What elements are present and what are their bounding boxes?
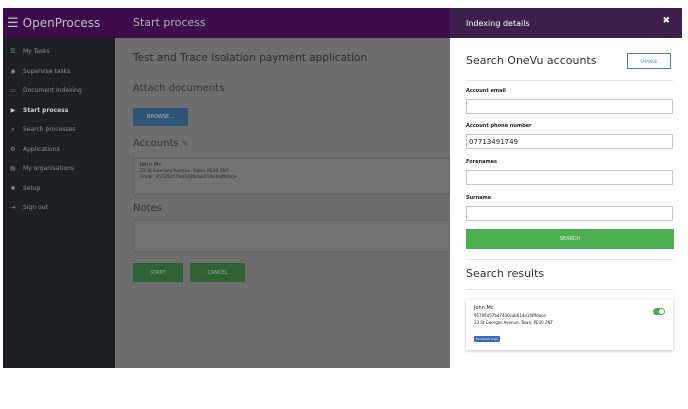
divider <box>466 80 673 81</box>
sidebar-item-document-indexing[interactable]: ▭ Document Indexing <box>3 81 115 101</box>
sidebar-item-setup[interactable]: ✱ Setup <box>3 179 115 199</box>
account-card: John Mc 23 St Georges Avenue, Town, PE30… <box>133 158 450 195</box>
change-button[interactable]: CHANGE <box>627 53 671 69</box>
account-phone-label: Account phone number <box>466 123 532 129</box>
notes-heading: Notes <box>133 203 162 214</box>
applications-icon: ⚙ <box>10 145 16 153</box>
sidebar-item-my-tasks[interactable]: ☰ My Tasks <box>3 42 115 62</box>
search-icon: ⌕ <box>11 125 15 133</box>
sidebar-item-label: My Tasks <box>23 48 50 56</box>
edit-icon[interactable]: ✎ <box>182 139 189 148</box>
brand-name: OpenProcess <box>22 16 101 30</box>
start-button[interactable]: START <box>133 263 183 282</box>
account-address: 23 St Georges Avenue, Town, PE30 2NT <box>140 169 229 174</box>
divider <box>466 289 673 290</box>
account-email-field[interactable] <box>466 99 673 114</box>
sidebar-item-my-organisations[interactable]: ▤ My organisations <box>3 159 115 179</box>
result-name: John Mc <box>474 305 494 311</box>
sidebar-item-label: Start process <box>23 106 69 114</box>
sidebar-item-label: Setup <box>23 184 41 192</box>
cancel-button[interactable]: CANCEL <box>190 263 245 282</box>
sidebar-item-label: Supervise tasks <box>23 67 71 75</box>
search-result-card[interactable]: John Mc 95706d57bd7400cab614e1fdffdace 2… <box>466 300 673 350</box>
notes-textarea[interactable] <box>133 220 450 252</box>
accounts-heading: Accounts ✎ <box>133 138 188 149</box>
sidebar-item-start-process[interactable]: ▶ Start process <box>3 101 115 121</box>
surname-label: Surname <box>466 195 492 201</box>
play-icon: ▶ <box>10 106 16 114</box>
sidebar-item-supervise-tasks[interactable]: ◉ Supervise tasks <box>3 62 115 82</box>
account-email-label: Account email <box>466 88 506 94</box>
sidebar-item-label: My organisations <box>23 165 75 173</box>
close-icon[interactable]: ✖ <box>662 16 670 26</box>
hamburger-menu-icon[interactable]: ☰ <box>7 16 19 31</box>
sidebar-item-applications[interactable]: ⚙ Applications <box>3 140 115 160</box>
surname-field[interactable] <box>466 206 673 221</box>
drawer-title: Indexing details <box>466 18 530 28</box>
eye-icon: ◉ <box>10 67 16 75</box>
main-content: Test and Trace Isolation payment applica… <box>115 38 450 368</box>
account-name: John Mc <box>140 162 162 168</box>
accounts-heading-label: Accounts <box>133 138 179 149</box>
brand[interactable]: ☰ OpenProcess <box>3 8 115 38</box>
account-phone-field[interactable] <box>466 134 673 149</box>
forenames-label: Forenames <box>466 159 498 165</box>
sidebar-item-label: Sign out <box>23 204 48 212</box>
toggle-knob <box>659 309 664 314</box>
sidebar-item-sign-out[interactable]: ⇥ Sign out <box>3 198 115 218</box>
sidebar-item-search-processes[interactable]: ⌕ Search processes <box>3 120 115 140</box>
result-id: 95706d57bd7400cab614e1fdffdace <box>474 313 546 318</box>
sidebar-item-label: Search processes <box>23 126 76 134</box>
indexing-details-drawer: Indexing details ✖ Search OneVu accounts… <box>450 8 682 368</box>
forenames-field[interactable] <box>466 170 673 185</box>
page-title: Start process <box>133 16 206 29</box>
browse-button[interactable]: BROWSE... <box>133 108 188 126</box>
sidebar-item-label: Document Indexing <box>23 87 82 95</box>
sidebar: ☰ My Tasks ◉ Supervise tasks ▭ Document … <box>3 38 115 368</box>
process-title: Test and Trace Isolation payment applica… <box>133 52 368 64</box>
list-icon: ☰ <box>10 48 16 56</box>
sidebar-item-label: Applications <box>23 145 60 153</box>
gear-icon: ✱ <box>10 184 16 192</box>
search-results-title: Search results <box>466 267 545 280</box>
search-accounts-title: Search OneVu accounts <box>466 54 597 67</box>
account-email: Email: 95735d57bd7400cab614e1fdffdace <box>140 175 237 180</box>
search-button[interactable]: SEARCH <box>466 229 674 249</box>
divider <box>466 259 673 260</box>
sign-out-icon: ⇥ <box>10 204 16 212</box>
attach-documents-heading: Attach documents <box>133 83 225 94</box>
facebook-login-badge: Facebook login <box>474 336 501 342</box>
result-address: 23 St Georges Avenue, Town, PE30 2NT <box>474 320 553 325</box>
select-toggle[interactable] <box>653 308 665 315</box>
app-window: ☰ OpenProcess Start process ☰ My Tasks ◉… <box>3 8 682 368</box>
inbox-icon: ▭ <box>10 87 16 95</box>
drawer-header: Indexing details ✖ <box>450 8 682 38</box>
building-icon: ▤ <box>10 165 16 173</box>
